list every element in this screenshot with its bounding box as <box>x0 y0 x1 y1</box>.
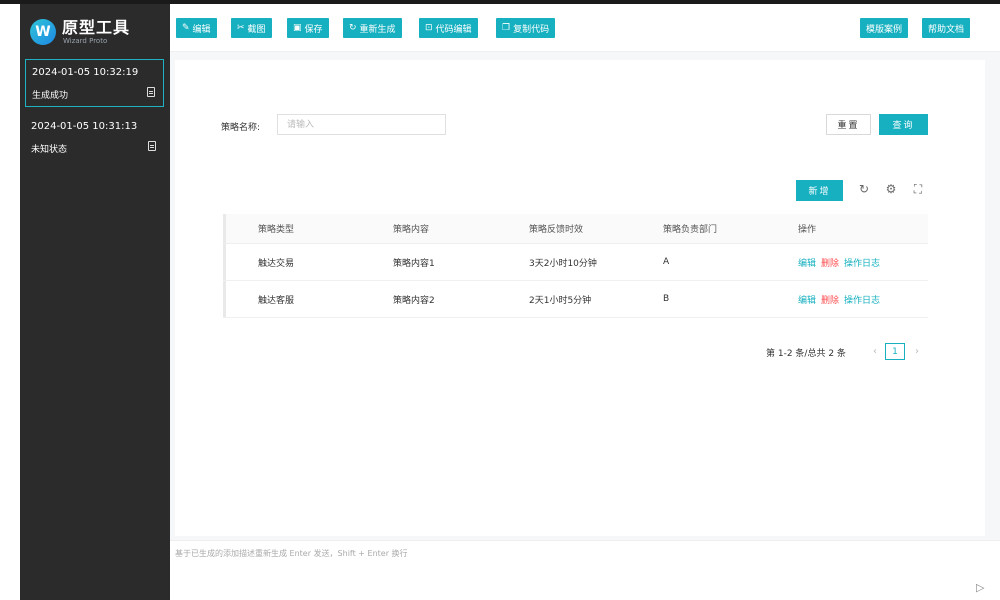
column-header: 策略类型 <box>258 225 295 235</box>
refresh-icon: ↻ <box>349 23 357 33</box>
document-icon[interactable] <box>147 87 155 97</box>
table-cell: 3天2小时10分钟 <box>529 258 597 269</box>
screenshot-button[interactable]: ✂ 截图 <box>231 18 272 38</box>
history-time: 2024-01-05 10:31:13 <box>31 121 138 132</box>
table-cell: 触达客服 <box>258 295 295 306</box>
copy-code-button[interactable]: ❐ 复制代码 <box>496 18 556 38</box>
strategy-name-input[interactable] <box>277 114 446 135</box>
page-number-current[interactable]: 1 <box>885 343 905 360</box>
refresh-icon[interactable]: ↻ <box>857 182 871 196</box>
history-item[interactable]: 2024-01-05 10:31:13 未知状态 <box>25 114 164 162</box>
history-status: 未知状态 <box>31 145 68 155</box>
delete-link[interactable]: 删除 <box>821 293 839 306</box>
edit-link[interactable]: 编辑 <box>798 256 816 269</box>
table-cell: 2天1小时5分钟 <box>529 295 592 306</box>
sidebar: W 原型工具 Wizard Proto 2024-01-05 10:32:19 … <box>20 4 170 600</box>
chevron-left-icon[interactable]: ‹ <box>869 344 881 358</box>
table-cell: A <box>663 257 670 267</box>
column-header: 策略内容 <box>393 225 430 235</box>
prompt-area[interactable]: 基于已生成的添加描述重新生成 Enter 发送，Shift + Enter 换行… <box>170 540 1000 600</box>
delete-link[interactable]: 删除 <box>821 256 839 269</box>
edit-button[interactable]: ✎ 编辑 <box>176 18 217 38</box>
pagination-summary: 第 1-2 条/总共 2 条 <box>766 349 846 359</box>
log-link[interactable]: 操作日志 <box>844 256 880 269</box>
logo-icon: W <box>30 19 56 45</box>
history-item[interactable]: 2024-01-05 10:32:19 生成成功 <box>25 59 164 107</box>
app-title: 原型工具 <box>62 18 131 37</box>
app-subtitle: Wizard Proto <box>63 37 108 45</box>
copy-icon: ❐ <box>502 23 511 33</box>
strategy-table: 策略类型 策略内容 策略反馈时效 策略负责部门 操作 触达交易 策略内容1 3天… <box>223 214 928 318</box>
document-icon[interactable] <box>148 141 156 151</box>
send-icon[interactable]: ▷ <box>976 581 988 594</box>
history-time: 2024-01-05 10:32:19 <box>32 67 139 78</box>
table-cell: 触达交易 <box>258 258 295 269</box>
save-button[interactable]: ▣ 保存 <box>287 18 329 38</box>
table-header: 策略类型 策略内容 策略反馈时效 策略负责部门 操作 <box>223 214 928 244</box>
regenerate-button[interactable]: ↻ 重新生成 <box>343 18 402 38</box>
table-row: 触达交易 策略内容1 3天2小时10分钟 A 编辑 删除 操作日志 <box>223 244 928 281</box>
code-edit-button[interactable]: ⊡ 代码编辑 <box>419 18 478 38</box>
save-icon: ▣ <box>293 23 302 33</box>
templates-button[interactable]: 模版案例 <box>860 18 909 38</box>
row-actions: 编辑 删除 操作日志 <box>798 244 880 280</box>
table-row: 触达客服 策略内容2 2天1小时5分钟 B 编辑 删除 操作日志 <box>223 281 928 318</box>
app-logo: W 原型工具 Wizard Proto <box>30 12 130 52</box>
reset-button[interactable]: 重置 <box>826 114 871 135</box>
row-actions: 编辑 删除 操作日志 <box>798 281 880 317</box>
strategy-name-label: 策略名称: <box>221 123 261 133</box>
table-cell: 策略内容1 <box>393 258 435 269</box>
chevron-right-icon[interactable]: › <box>911 344 923 358</box>
log-link[interactable]: 操作日志 <box>844 293 880 306</box>
settings-icon[interactable]: ⚙ <box>884 182 898 196</box>
help-button[interactable]: 帮助文档 <box>922 18 971 38</box>
toolbar: ✎ 编辑 ✂ 截图 ▣ 保存 ↻ 重新生成 ⊡ 代码编辑 ❐ 复制代码 模版案例 帮助文档 <box>170 4 1000 52</box>
scissors-icon: ✂ <box>237 23 245 33</box>
prompt-input[interactable]: 基于已生成的添加描述重新生成 Enter 发送，Shift + Enter 换行 <box>175 548 408 559</box>
pencil-icon: ✎ <box>182 23 190 33</box>
fullscreen-icon[interactable]: ⛶ <box>911 182 925 196</box>
add-button[interactable]: 新增 <box>796 180 843 201</box>
history-status: 生成成功 <box>32 91 69 101</box>
column-header: 策略反馈时效 <box>529 225 584 235</box>
edit-link[interactable]: 编辑 <box>798 293 816 306</box>
column-header: 操作 <box>798 225 817 235</box>
query-button[interactable]: 查询 <box>879 114 928 135</box>
column-header: 策略负责部门 <box>663 225 718 235</box>
table-cell: B <box>663 294 670 304</box>
table-cell: 策略内容2 <box>393 295 435 306</box>
code-icon: ⊡ <box>425 23 433 33</box>
